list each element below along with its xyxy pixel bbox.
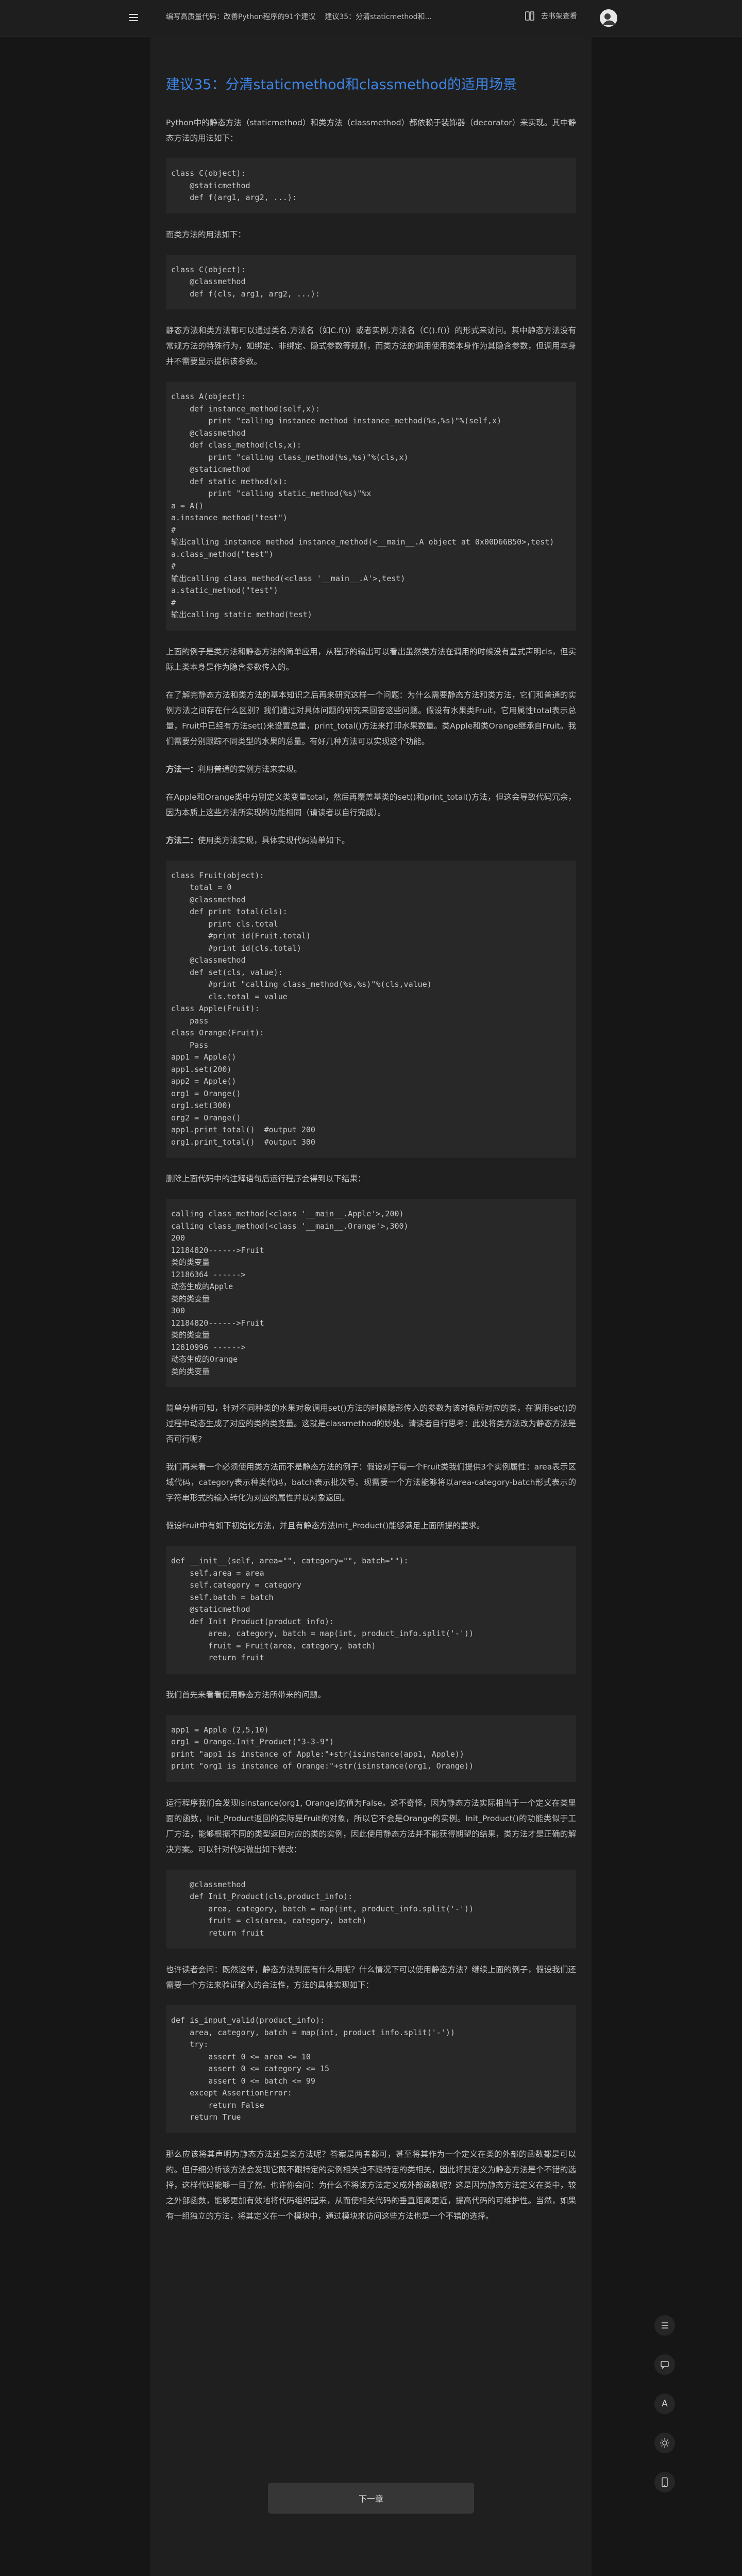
paragraph: 删除上面代码中的注释语句后运行程序会得到以下结果： — [166, 1174, 366, 1183]
list-icon — [662, 2322, 668, 2329]
paragraph: 上面的例子是类方法和静态方法的简单应用，从程序的输出可以看出虽然类方法在调用的时… — [166, 647, 576, 672]
paragraph: 那么应该将其声明为静态方法还是类方法呢？答案是两者都可，甚至将其作为一个定义在类… — [166, 2149, 576, 2221]
avatar[interactable] — [600, 9, 617, 27]
code-block: class C(object): @classmethod def f(cls,… — [166, 254, 576, 309]
paragraph: 在了解完静态方法和类方法的基本知识之后再来研究这样一个问题：为什么需要静态方法和… — [166, 690, 576, 746]
paragraph: 静态方法和类方法都可以通过类名.方法名（如C.f()）或者实例.方法名（C().… — [166, 326, 576, 366]
bookshelf-button[interactable]: 去书架查看 — [525, 10, 577, 22]
code-block: class C(object): @staticmethod def f(arg… — [166, 158, 576, 213]
user-avatar-icon — [600, 9, 617, 27]
paragraph: 方法一：利用普通的实例方法来实现。 — [166, 762, 576, 777]
article-panel: 建议35：分清staticmethod和classmethod的适用场景 Pyt… — [150, 36, 592, 2576]
method-label: 方法二： — [166, 835, 198, 845]
code-block: @classmethod def Init_Product(cls,produc… — [166, 1869, 576, 1948]
top-bar: 编写高质量代码：改善Python程序的91个建议 建议35：分清staticme… — [0, 0, 742, 37]
paragraph: 方法二：使用类方法实现，具体实现代码清单如下。 — [166, 833, 576, 848]
sun-icon — [660, 2438, 669, 2448]
phone-icon — [662, 2477, 668, 2487]
bookshelf-label: 去书架查看 — [541, 12, 577, 21]
code-block: class A(object): def instance_method(sel… — [166, 382, 576, 631]
paragraph: 假设Fruit中有如下初始化方法，并且有静态方法Init_Product()能够… — [166, 1521, 485, 1530]
article-title: 建议35：分清staticmethod和classmethod的适用场景 — [166, 77, 517, 93]
chapter-title: 建议35：分清staticmethod和... — [325, 13, 432, 21]
mobile-read-button[interactable] — [654, 2472, 675, 2492]
paragraph: Python中的静态方法（staticmethod）和类方法（classmeth… — [166, 118, 576, 143]
paragraph: 简单分析可知，针对不同种类的水果对象调用set()方法的时候隐形传入的参数为该对… — [166, 1403, 576, 1444]
next-chapter-button[interactable]: 下一章 — [268, 2483, 474, 2514]
breadcrumb: 编写高质量代码：改善Python程序的91个建议 建议35：分清staticme… — [166, 11, 432, 22]
code-block: def is_input_valid(product_info): area, … — [166, 2005, 576, 2133]
method-text: 使用类方法实现，具体实现代码清单如下。 — [198, 835, 350, 845]
paragraph: 运行程序我们会发现isinstance(org1, Orange)的值为Fals… — [166, 1798, 576, 1854]
side-toolbar: A — [654, 2315, 675, 2511]
menu-icon[interactable] — [128, 11, 140, 24]
code-block: calling class_method(<class '__main__.Ap… — [166, 1199, 576, 1387]
paragraph: 我们首先来看看使用静态方法所带来的问题。 — [166, 1690, 326, 1699]
method-text: 利用普通的实例方法来实现。 — [198, 764, 302, 774]
book-title-link[interactable]: 编写高质量代码：改善Python程序的91个建议 — [166, 11, 315, 22]
paragraph: 在Apple和Orange类中分别定义类变量total，然后再覆盖基类的set(… — [166, 792, 576, 817]
comment-icon — [661, 2361, 669, 2369]
code-block: def __init__(self, area="", category="",… — [166, 1546, 576, 1674]
toc-button[interactable] — [654, 2315, 675, 2336]
font-icon: A — [662, 2399, 668, 2409]
paragraph: 我们再来看一个必须使用类方法而不是静态方法的例子：假设对于每一个Fruit类我们… — [166, 1462, 576, 1502]
notes-button[interactable] — [654, 2354, 675, 2375]
font-size-button[interactable]: A — [654, 2393, 675, 2414]
theme-toggle-button[interactable] — [654, 2433, 675, 2453]
paragraph: 也许读者会问：既然这样，静态方法到底有什么用呢？什么情况下可以使用静态方法？继续… — [166, 1965, 576, 1990]
paragraph: 而类方法的用法如下： — [166, 229, 246, 239]
article-content: 建议35：分清staticmethod和classmethod的适用场景 Pyt… — [166, 36, 576, 2236]
bookshelf-icon — [525, 11, 534, 21]
code-block: app1 = Apple (2,5,10) org1 = Orange.Init… — [166, 1714, 576, 1782]
method-label: 方法一： — [166, 764, 198, 774]
code-block: class Fruit(object): total = 0 @classmet… — [166, 860, 576, 1158]
